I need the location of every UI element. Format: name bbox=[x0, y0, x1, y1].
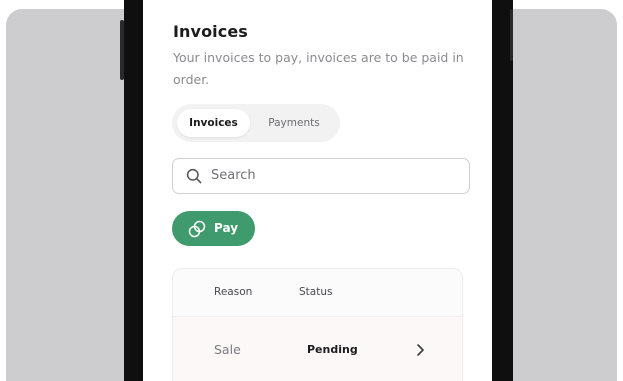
pay-button[interactable]: Pay bbox=[172, 211, 255, 246]
phone-side-button-right bbox=[510, 9, 513, 61]
row-reason: Sale bbox=[214, 342, 241, 357]
stage: Invoices Your invoices to pay, invoices … bbox=[0, 0, 623, 381]
table-header: Reason Status bbox=[173, 269, 462, 316]
column-header-reason: Reason bbox=[214, 286, 253, 298]
row-status: Pending bbox=[307, 343, 358, 356]
pay-button-label: Pay bbox=[214, 221, 239, 235]
coins-icon bbox=[188, 220, 206, 238]
page-title: Invoices bbox=[173, 22, 248, 41]
app-screen: Invoices Your invoices to pay, invoices … bbox=[143, 0, 492, 381]
table-row[interactable]: Sale Pending bbox=[173, 317, 462, 381]
page-subtitle: Your invoices to pay, invoices are to be… bbox=[173, 50, 464, 87]
tab-payments[interactable]: Payments bbox=[254, 109, 334, 137]
search-placeholder: Search bbox=[211, 168, 256, 183]
tab-switcher: Invoices Payments bbox=[172, 104, 340, 142]
search-input[interactable]: Search bbox=[172, 158, 470, 194]
invoices-table: Reason Status Sale Pending bbox=[172, 268, 463, 381]
search-icon bbox=[186, 168, 202, 184]
chevron-right-icon[interactable] bbox=[415, 343, 425, 357]
column-header-status: Status bbox=[299, 286, 333, 298]
tab-invoices[interactable]: Invoices bbox=[177, 109, 250, 137]
